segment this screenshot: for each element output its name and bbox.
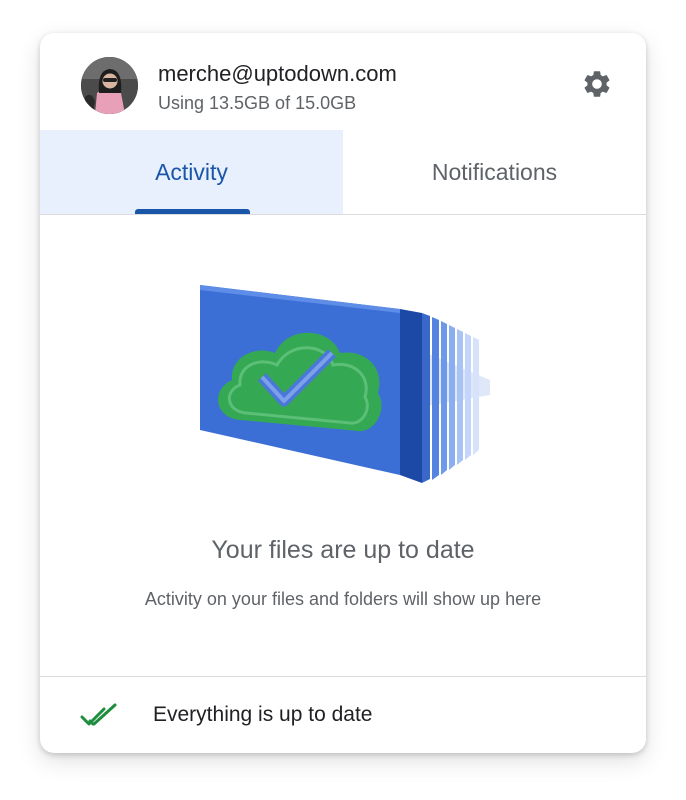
tab-activity[interactable]: Activity [40,130,343,214]
account-email: merche@uptodown.com [158,61,397,86]
settings-button[interactable] [579,66,615,102]
gear-icon [584,71,610,97]
tab-activity-label: Activity [155,158,228,185]
tab-notifications-label: Notifications [431,158,558,185]
drive-sync-panel: merche@uptodown.com Using 13.5GB of 15.0… [40,33,646,753]
double-check-icon [80,703,117,726]
status-description: Activity on your files and folders will … [144,589,542,609]
avatar[interactable] [81,57,138,114]
cloud-check-illustration [200,285,490,485]
storage-usage: Using 13.5GB of 15.0GB [158,93,357,113]
tab-notifications[interactable]: Notifications [343,130,646,214]
tab-bar: Activity Notifications [40,130,646,215]
account-header: merche@uptodown.com Using 13.5GB of 15.0… [40,33,646,130]
sync-status-text: Everything is up to date [153,703,373,726]
sync-status-footer: Everything is up to date [40,676,646,753]
active-tab-indicator [135,209,250,214]
status-title: Your files are up to date [211,536,475,564]
